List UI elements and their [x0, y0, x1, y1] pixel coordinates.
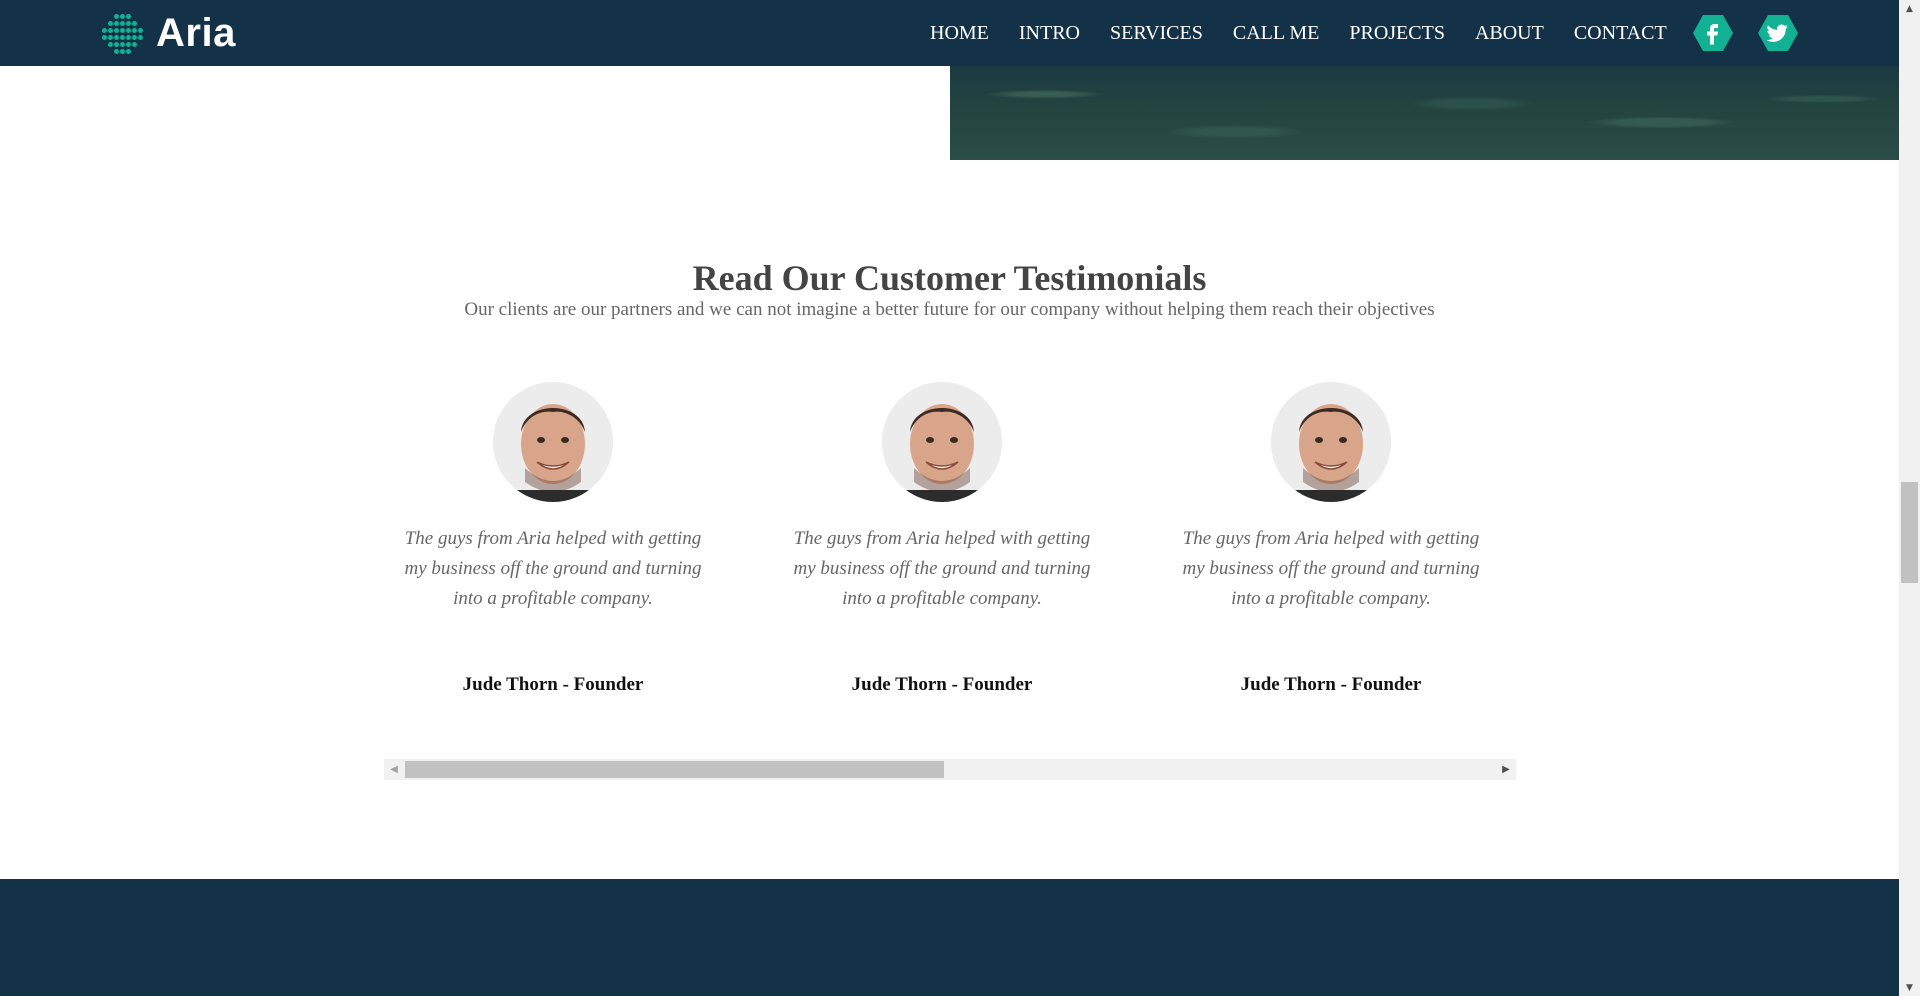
scroll-up-arrow-icon[interactable]: ▲: [1899, 0, 1920, 17]
nav-link-intro[interactable]: INTRO: [1019, 22, 1080, 45]
top-navbar: Aria HOME INTRO SERVICES CALL ME PROJECT…: [0, 0, 1899, 66]
person-photo: [882, 382, 1002, 502]
page-scrollbar-thumb[interactable]: [1901, 482, 1918, 583]
testimonial-quote: The guys from Aria helped with getting m…: [1182, 528, 1480, 609]
avatar: [493, 382, 613, 502]
logo-dots-icon: [100, 12, 146, 54]
testimonial-author: Jude Thorn - Founder: [462, 674, 644, 695]
twitter-button[interactable]: [1758, 15, 1798, 51]
carousel-scrollbar[interactable]: ◀ ▶: [384, 759, 1516, 780]
scroll-down-arrow-icon[interactable]: ▼: [1899, 979, 1920, 996]
aria-logo[interactable]: Aria: [100, 12, 236, 54]
testimonial-author: Jude Thorn - Founder: [1240, 674, 1422, 695]
testimonial-quote: The guys from Aria helped with getting m…: [404, 528, 702, 609]
scroll-right-arrow-icon[interactable]: ▶: [1496, 759, 1516, 780]
footer-section: [0, 879, 1899, 996]
testimonial-author: Jude Thorn - Founder: [851, 674, 1033, 695]
hero-forest-image: [950, 66, 1899, 160]
nav-link-call-me[interactable]: CALL ME: [1233, 22, 1319, 45]
avatar: [1271, 382, 1391, 502]
person-photo: [1271, 382, 1391, 502]
testimonial-card: The guys from Aria helped with getting m…: [1161, 382, 1501, 696]
person-photo: [493, 382, 613, 502]
page-scrollbar[interactable]: ▲ ▼: [1899, 0, 1920, 996]
nav-link-contact[interactable]: CONTACT: [1574, 22, 1667, 45]
avatar: [882, 382, 1002, 502]
facebook-icon: [1693, 15, 1733, 51]
nav-link-home[interactable]: HOME: [930, 22, 989, 45]
testimonials-subtitle: Our clients are our partners and we can …: [464, 299, 1435, 320]
scrollbar-thumb[interactable]: [405, 761, 944, 778]
facebook-button[interactable]: [1693, 15, 1733, 51]
testimonial-quote: The guys from Aria helped with getting m…: [793, 528, 1091, 609]
testimonials-title: Read Our Customer Testimonials: [692, 258, 1207, 298]
twitter-icon: [1758, 15, 1798, 51]
nav-link-services[interactable]: SERVICES: [1110, 22, 1203, 45]
scroll-left-arrow-icon[interactable]: ◀: [384, 759, 404, 780]
testimonial-card: The guys from Aria helped with getting m…: [772, 382, 1112, 696]
main-nav: HOME INTRO SERVICES CALL ME PROJECTS ABO…: [930, 0, 1697, 66]
testimonial-card: The guys from Aria helped with getting m…: [383, 382, 723, 696]
nav-link-projects[interactable]: PROJECTS: [1349, 22, 1445, 45]
nav-link-about[interactable]: ABOUT: [1475, 22, 1544, 45]
logo-text: Aria: [156, 11, 236, 55]
